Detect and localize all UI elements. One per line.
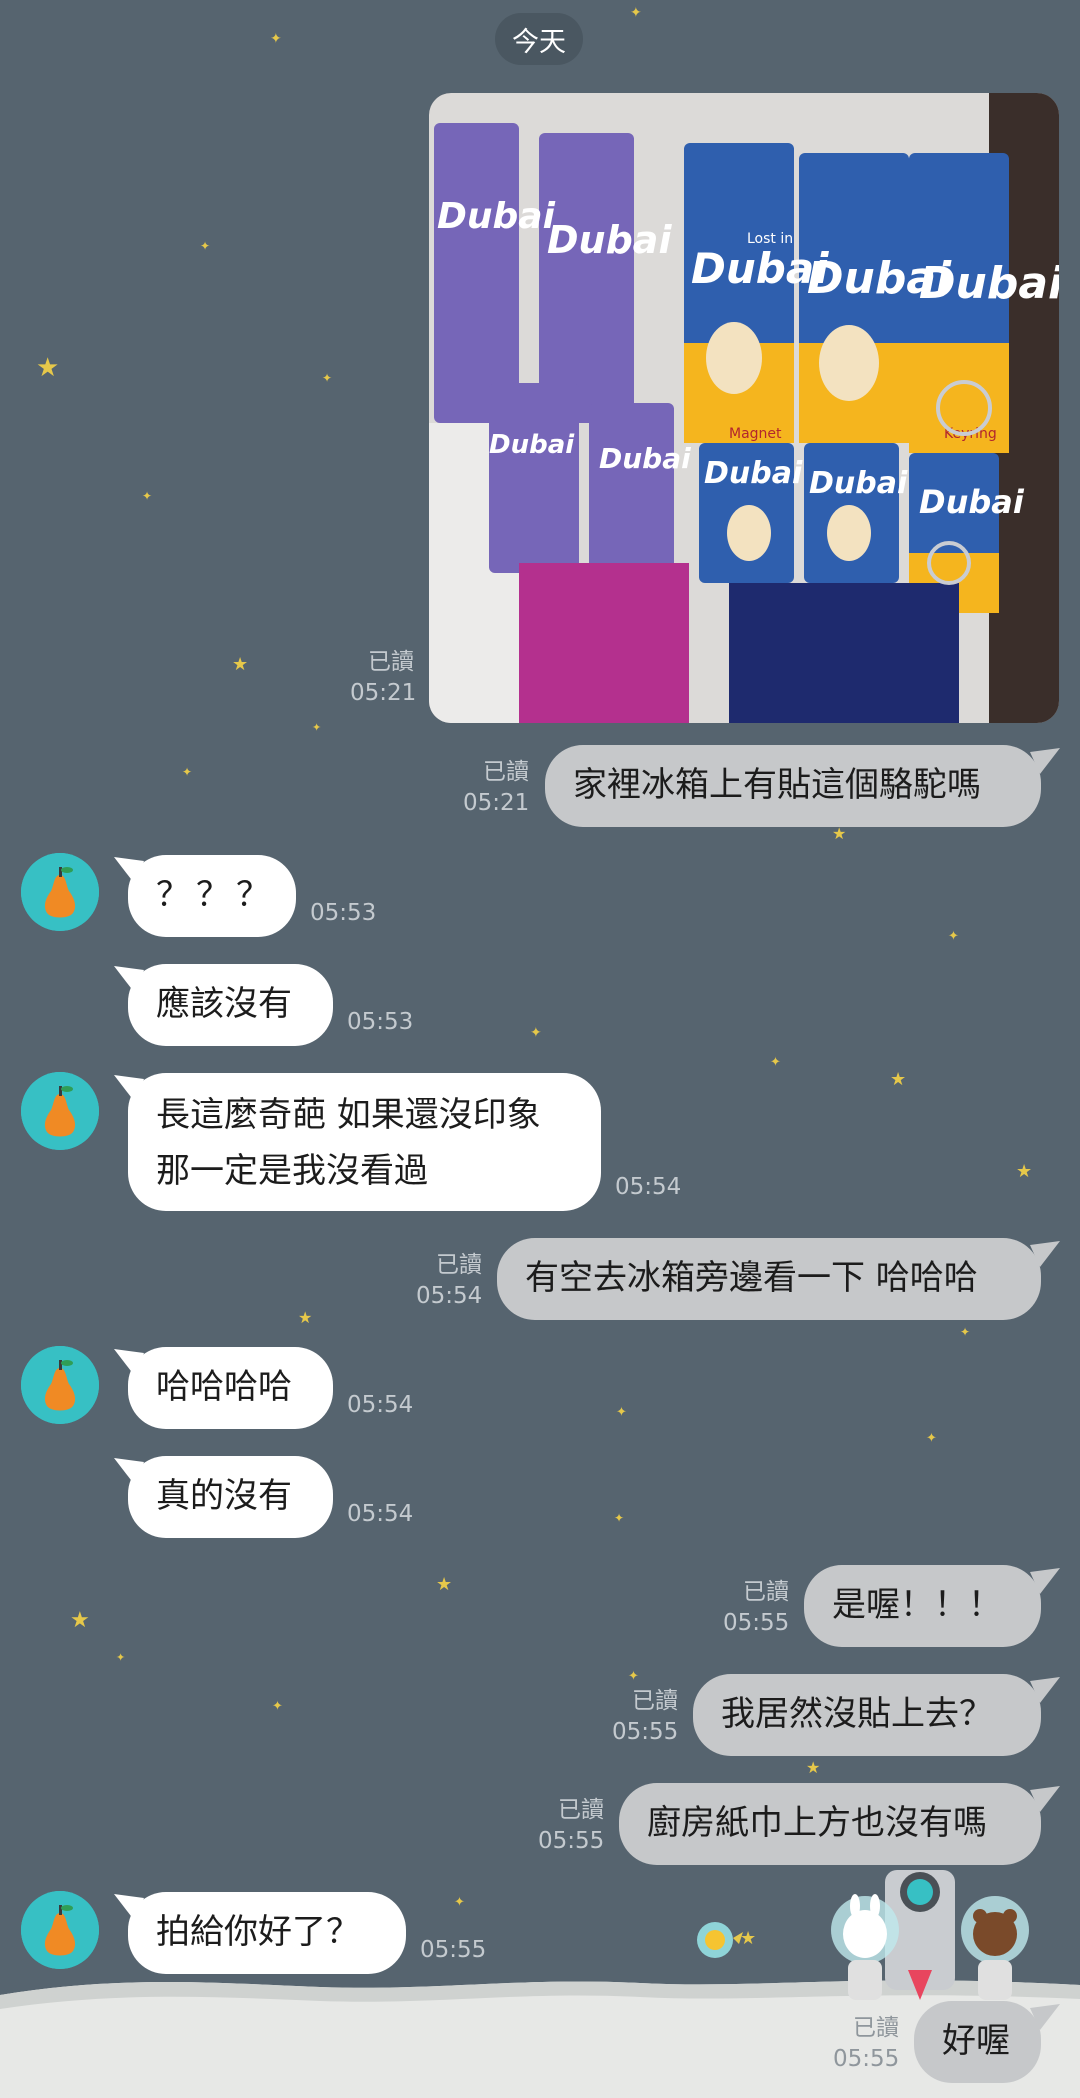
contact-avatar[interactable] [21,1891,99,1969]
read-receipt-10: 已讀 05:55 [538,1797,605,1854]
photo-magnet-label: Magnet [729,426,782,442]
bubble-tail [114,1458,144,1484]
small-sticker-icon [697,1922,743,1958]
bubble-tail [114,857,144,883]
incoming-message-3[interactable]: 應該沒有 [128,964,333,1046]
pear-avatar-icon [21,1346,99,1424]
timestamp-3: 05:53 [347,1009,414,1035]
photo-brand-text-2: Dubai [547,218,672,262]
bubble-tail [114,1349,144,1375]
outgoing-message-9[interactable]: 我居然沒貼上去？ [693,1674,1041,1756]
photo-tagline: Lost in [747,231,793,247]
pear-avatar-icon [21,1891,99,1969]
bubble-tail [114,1075,144,1101]
contact-avatar[interactable] [21,853,99,931]
timestamp-6: 05:54 [347,1392,414,1418]
read-receipt-9: 已讀 05:55 [612,1688,679,1745]
bubble-tail [114,966,144,992]
read-receipt-1: 已讀 05:21 [463,759,530,816]
photo-brand-text-9: Dubai [809,466,908,501]
photo-brand-text-5: Dubai [919,258,1059,309]
incoming-message-11[interactable]: 拍給你好了？ [128,1892,406,1974]
pear-avatar-icon [21,853,99,931]
photo-brand-text-8: Dubai [704,456,803,491]
photo-brand-text-7: Dubai [599,442,691,475]
incoming-message-7[interactable]: 真的沒有 [128,1456,333,1538]
outgoing-message-5[interactable]: 有空去冰箱旁邊看一下 哈哈哈 [497,1238,1041,1320]
bubble-tail [1030,1568,1060,1594]
outgoing-message-8[interactable]: 是喔！！！ [804,1565,1041,1647]
photo-message[interactable]: Dubai Dubai Dubai Dubai Dubai Dubai Duba… [429,93,1059,723]
bubble-tail [114,1894,144,1920]
photo-brand-text-10: Dubai [919,483,1025,521]
message-line-1: 長這麼奇葩 如果還沒印象 [156,1095,541,1135]
timestamp-4: 05:54 [615,1174,682,1200]
message-line-2: 那一定是我沒看過 [156,1151,428,1191]
photo-brand-text-1: Dubai [437,196,556,237]
incoming-message-2[interactable]: ？？？ [128,855,296,937]
timestamp-11: 05:55 [420,1937,487,1963]
dubai-souvenir-photo: Dubai Dubai Dubai Dubai Dubai Dubai Duba… [429,93,1059,723]
outgoing-message-1[interactable]: 家裡冰箱上有貼這個駱駝嗎 [545,745,1041,827]
pear-avatar-icon [21,1072,99,1150]
read-receipt-12: 已讀 05:55 [833,2015,900,2072]
photo-brand-text-6: Dubai [489,430,575,460]
timestamp-7: 05:54 [347,1501,414,1527]
contact-avatar[interactable] [21,1346,99,1424]
date-divider: 今天 [495,13,583,65]
bubble-tail [1030,1786,1060,1812]
timestamp-2: 05:53 [310,900,377,926]
bubble-tail [1030,748,1060,774]
bubble-tail [1030,1241,1060,1267]
incoming-message-4[interactable]: 長這麼奇葩 如果還沒印象 那一定是我沒看過 [128,1073,601,1211]
incoming-message-6[interactable]: 哈哈哈哈 [128,1347,333,1429]
bubble-tail [1030,2004,1060,2030]
read-receipt-5: 已讀 05:54 [416,1252,483,1309]
astronaut-sticker-icon [831,1870,1029,2000]
read-receipt-0: 已讀 05:21 [350,649,417,706]
outgoing-message-12[interactable]: 好喔 [914,2001,1041,2083]
bubble-tail [1030,1677,1060,1703]
outgoing-message-10[interactable]: 廚房紙巾上方也沒有嗎 [619,1783,1041,1865]
contact-avatar[interactable] [21,1072,99,1150]
read-receipt-8: 已讀 05:55 [723,1579,790,1636]
